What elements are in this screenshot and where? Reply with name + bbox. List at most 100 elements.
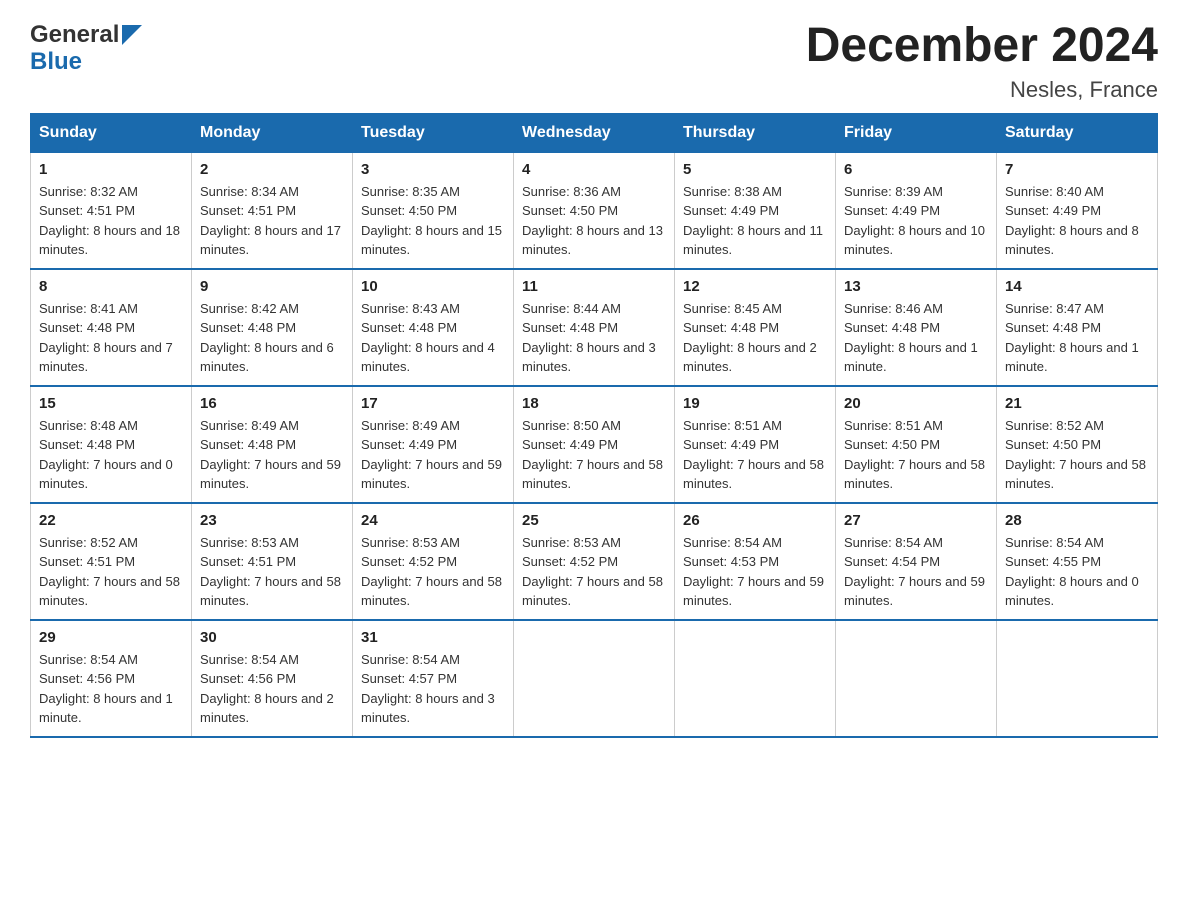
calendar-day-cell: 19 Sunrise: 8:51 AMSunset: 4:49 PMDayligh… (675, 386, 836, 503)
calendar-day-cell: 10 Sunrise: 8:43 AMSunset: 4:48 PMDayligh… (353, 269, 514, 386)
calendar-day-cell: 24 Sunrise: 8:53 AMSunset: 4:52 PMDayligh… (353, 503, 514, 620)
calendar-day-cell: 8 Sunrise: 8:41 AMSunset: 4:48 PMDaylight… (31, 269, 192, 386)
day-number: 9 (200, 278, 344, 295)
day-info: Sunrise: 8:49 AMSunset: 4:48 PMDaylight:… (200, 416, 344, 494)
calendar-day-cell: 4 Sunrise: 8:36 AMSunset: 4:50 PMDaylight… (514, 152, 675, 269)
day-number: 30 (200, 629, 344, 646)
logo-arrow-icon (122, 25, 142, 50)
calendar-day-cell: 26Sunrise: 8:54 AMSunset: 4:53 PMDayligh… (675, 503, 836, 620)
day-number: 25 (522, 512, 666, 529)
calendar-day-cell: 29 Sunrise: 8:54 AMSunset: 4:56 PMDayligh… (31, 620, 192, 737)
calendar-day-cell: 25Sunrise: 8:53 AMSunset: 4:52 PMDayligh… (514, 503, 675, 620)
day-info: Sunrise: 8:35 AMSunset: 4:50 PMDaylight:… (361, 182, 505, 260)
calendar-day-cell: 28 Sunrise: 8:54 AMSunset: 4:55 PMDayligh… (997, 503, 1158, 620)
calendar-header-row: Sunday Monday Tuesday Wednesday Thursday… (31, 113, 1158, 152)
day-info: Sunrise: 8:32 AMSunset: 4:51 PMDaylight:… (39, 182, 183, 260)
calendar-day-cell: 1 Sunrise: 8:32 AMSunset: 4:51 PMDaylight… (31, 152, 192, 269)
day-number: 26 (683, 512, 827, 529)
day-number: 27 (844, 512, 988, 529)
day-number: 18 (522, 395, 666, 412)
day-info: Sunrise: 8:53 AMSunset: 4:51 PMDaylight:… (200, 533, 344, 611)
calendar-day-cell (997, 620, 1158, 737)
day-info: Sunrise: 8:40 AMSunset: 4:49 PMDaylight:… (1005, 182, 1149, 260)
day-number: 16 (200, 395, 344, 412)
day-info: Sunrise: 8:44 AMSunset: 4:48 PMDaylight:… (522, 299, 666, 377)
col-friday: Friday (836, 113, 997, 152)
day-number: 10 (361, 278, 505, 295)
day-number: 20 (844, 395, 988, 412)
day-info: Sunrise: 8:54 AMSunset: 4:54 PMDaylight:… (844, 533, 988, 611)
calendar-day-cell: 14Sunrise: 8:47 AMSunset: 4:48 PMDayligh… (997, 269, 1158, 386)
day-number: 19 (683, 395, 827, 412)
col-sunday: Sunday (31, 113, 192, 152)
day-number: 22 (39, 512, 183, 529)
day-info: Sunrise: 8:36 AMSunset: 4:50 PMDaylight:… (522, 182, 666, 260)
day-number: 17 (361, 395, 505, 412)
day-number: 5 (683, 161, 827, 178)
day-number: 1 (39, 161, 183, 178)
calendar-day-cell: 16 Sunrise: 8:49 AMSunset: 4:48 PMDayligh… (192, 386, 353, 503)
calendar-day-cell: 31 Sunrise: 8:54 AMSunset: 4:57 PMDayligh… (353, 620, 514, 737)
day-number: 21 (1005, 395, 1149, 412)
calendar-day-cell: 21 Sunrise: 8:52 AMSunset: 4:50 PMDayligh… (997, 386, 1158, 503)
logo-general-text: General (30, 21, 119, 49)
day-number: 24 (361, 512, 505, 529)
calendar-day-cell: 23 Sunrise: 8:53 AMSunset: 4:51 PMDayligh… (192, 503, 353, 620)
calendar-day-cell: 12Sunrise: 8:45 AMSunset: 4:48 PMDayligh… (675, 269, 836, 386)
calendar-day-cell: 2 Sunrise: 8:34 AMSunset: 4:51 PMDaylight… (192, 152, 353, 269)
day-info: Sunrise: 8:34 AMSunset: 4:51 PMDaylight:… (200, 182, 344, 260)
day-info: Sunrise: 8:52 AMSunset: 4:51 PMDaylight:… (39, 533, 183, 611)
day-number: 8 (39, 278, 183, 295)
day-number: 15 (39, 395, 183, 412)
calendar-week-row: 15 Sunrise: 8:48 AMSunset: 4:48 PMDayligh… (31, 386, 1158, 503)
day-info: Sunrise: 8:39 AMSunset: 4:49 PMDaylight:… (844, 182, 988, 260)
day-number: 2 (200, 161, 344, 178)
day-info: Sunrise: 8:51 AMSunset: 4:49 PMDaylight:… (683, 416, 827, 494)
day-number: 28 (1005, 512, 1149, 529)
page-header: General Blue December 2024 Nesles, Franc… (30, 20, 1158, 103)
day-number: 3 (361, 161, 505, 178)
calendar-day-cell (514, 620, 675, 737)
day-info: Sunrise: 8:46 AMSunset: 4:48 PMDaylight:… (844, 299, 988, 377)
day-info: Sunrise: 8:54 AMSunset: 4:55 PMDaylight:… (1005, 533, 1149, 611)
day-info: Sunrise: 8:54 AMSunset: 4:57 PMDaylight:… (361, 650, 505, 728)
day-info: Sunrise: 8:47 AMSunset: 4:48 PMDaylight:… (1005, 299, 1149, 377)
day-info: Sunrise: 8:53 AMSunset: 4:52 PMDaylight:… (361, 533, 505, 611)
day-info: Sunrise: 8:50 AMSunset: 4:49 PMDaylight:… (522, 416, 666, 494)
calendar-day-cell: 3 Sunrise: 8:35 AMSunset: 4:50 PMDaylight… (353, 152, 514, 269)
day-number: 11 (522, 278, 666, 295)
calendar-day-cell: 22 Sunrise: 8:52 AMSunset: 4:51 PMDayligh… (31, 503, 192, 620)
day-info: Sunrise: 8:43 AMSunset: 4:48 PMDaylight:… (361, 299, 505, 377)
calendar-title: December 2024 (806, 20, 1158, 73)
day-number: 23 (200, 512, 344, 529)
calendar-day-cell: 15 Sunrise: 8:48 AMSunset: 4:48 PMDayligh… (31, 386, 192, 503)
calendar-day-cell: 20 Sunrise: 8:51 AMSunset: 4:50 PMDayligh… (836, 386, 997, 503)
day-info: Sunrise: 8:41 AMSunset: 4:48 PMDaylight:… (39, 299, 183, 377)
day-number: 4 (522, 161, 666, 178)
calendar-day-cell (675, 620, 836, 737)
calendar-subtitle: Nesles, France (806, 77, 1158, 103)
calendar-day-cell: 9 Sunrise: 8:42 AMSunset: 4:48 PMDaylight… (192, 269, 353, 386)
day-number: 31 (361, 629, 505, 646)
calendar-day-cell: 30Sunrise: 8:54 AMSunset: 4:56 PMDayligh… (192, 620, 353, 737)
day-info: Sunrise: 8:52 AMSunset: 4:50 PMDaylight:… (1005, 416, 1149, 494)
day-info: Sunrise: 8:51 AMSunset: 4:50 PMDaylight:… (844, 416, 988, 494)
calendar-day-cell: 17 Sunrise: 8:49 AMSunset: 4:49 PMDayligh… (353, 386, 514, 503)
calendar-week-row: 29 Sunrise: 8:54 AMSunset: 4:56 PMDayligh… (31, 620, 1158, 737)
day-info: Sunrise: 8:49 AMSunset: 4:49 PMDaylight:… (361, 416, 505, 494)
calendar-day-cell: 6 Sunrise: 8:39 AMSunset: 4:49 PMDaylight… (836, 152, 997, 269)
calendar-day-cell: 27 Sunrise: 8:54 AMSunset: 4:54 PMDayligh… (836, 503, 997, 620)
day-number: 29 (39, 629, 183, 646)
day-info: Sunrise: 8:54 AMSunset: 4:56 PMDaylight:… (39, 650, 183, 728)
day-info: Sunrise: 8:48 AMSunset: 4:48 PMDaylight:… (39, 416, 183, 494)
day-info: Sunrise: 8:38 AMSunset: 4:49 PMDaylight:… (683, 182, 827, 260)
day-number: 13 (844, 278, 988, 295)
calendar-week-row: 8 Sunrise: 8:41 AMSunset: 4:48 PMDaylight… (31, 269, 1158, 386)
day-number: 7 (1005, 161, 1149, 178)
calendar-day-cell (836, 620, 997, 737)
day-info: Sunrise: 8:42 AMSunset: 4:48 PMDaylight:… (200, 299, 344, 377)
calendar-day-cell: 18 Sunrise: 8:50 AMSunset: 4:49 PMDayligh… (514, 386, 675, 503)
col-thursday: Thursday (675, 113, 836, 152)
logo-blue-text: Blue (30, 48, 82, 76)
day-number: 6 (844, 161, 988, 178)
